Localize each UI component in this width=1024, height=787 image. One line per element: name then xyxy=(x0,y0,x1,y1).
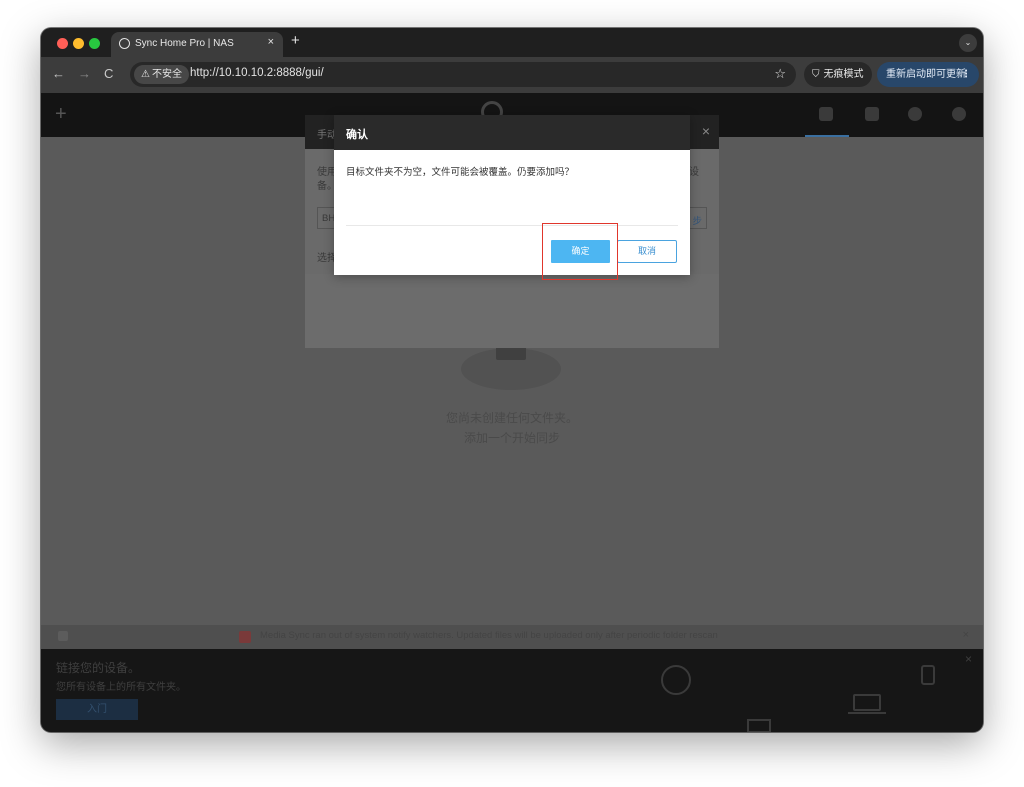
confirm-dialog-header: 确认 xyxy=(334,115,690,150)
empty-state-subtitle[interactable]: 添加一个开始同步 xyxy=(41,429,983,446)
new-tab-button[interactable]: + xyxy=(291,33,300,48)
onboarding-title: 链接您的设备。 xyxy=(56,661,141,675)
page-content: + 您尚未创建任何文件夹。 添加一个开始同步 Media Sync ran ou… xyxy=(41,93,983,732)
window-minimize-button[interactable] xyxy=(73,38,84,49)
onboarding-panel: 链接您的设备。 您所有设备上的所有文件夹。 入门 × xyxy=(41,649,983,732)
security-label: 不安全 xyxy=(151,69,182,80)
warning-icon xyxy=(239,631,251,643)
confirm-dialog-title: 确认 xyxy=(346,129,368,141)
window-close-button[interactable] xyxy=(57,38,68,49)
user-icon xyxy=(661,665,691,695)
laptop-base xyxy=(848,712,886,714)
security-indicator[interactable]: ⚠ 不安全 xyxy=(134,65,189,84)
folder-browse-button[interactable]: 步 xyxy=(692,213,702,227)
window-maximize-button[interactable] xyxy=(89,38,100,49)
tab-strip: Sync Home Pro | NAS × + ⌄ xyxy=(41,28,983,57)
incognito-icon: ⛉ xyxy=(812,69,820,80)
loading-icon xyxy=(119,38,130,49)
warning-icon: ⚠ xyxy=(141,69,150,80)
bookmark-star-icon[interactable]: ☆ xyxy=(774,66,786,82)
laptop-icon xyxy=(853,694,881,711)
forward-button[interactable]: → xyxy=(78,67,91,80)
add-folder-icon[interactable]: + xyxy=(55,103,67,126)
empty-state-folder-icon xyxy=(496,346,526,360)
address-bar[interactable]: ⚠ 不安全 http://10.10.10.2:8888/gui/ ☆ xyxy=(130,62,796,87)
settings-nav-icon[interactable] xyxy=(952,107,966,121)
incognito-indicator[interactable]: ⛉ 无痕模式 xyxy=(804,62,872,87)
relaunch-label: 重新启动即可更新 xyxy=(886,69,966,80)
empty-state-title: 您尚未创建任何文件夹。 xyxy=(445,411,578,425)
get-started-button[interactable]: 入门 xyxy=(56,699,138,720)
browser-window: Sync Home Pro | NAS × + ⌄ ← → C ⚠ 不安全 htt… xyxy=(41,28,983,732)
confirm-ok-button[interactable]: 确定 xyxy=(551,240,610,263)
help-nav-icon[interactable] xyxy=(908,107,922,121)
confirm-dialog-message: 目标文件夹不为空，文件可能会被覆盖。仍要添加吗？ xyxy=(346,167,575,178)
phone-icon xyxy=(921,665,935,685)
dialog-divider xyxy=(346,225,678,226)
browser-tab[interactable]: Sync Home Pro | NAS × xyxy=(111,32,283,57)
tab-close-icon[interactable]: × xyxy=(268,36,274,48)
monitor-icon xyxy=(747,719,771,732)
back-button[interactable]: ← xyxy=(52,67,65,80)
notice-left-icon xyxy=(58,631,68,641)
notice-bar: Media Sync ran out of system notify watc… xyxy=(41,625,983,649)
relaunch-update-button[interactable]: 重新启动即可更新 ⋮ xyxy=(877,62,979,87)
devices-nav-icon[interactable] xyxy=(865,107,879,121)
notice-text: Media Sync ran out of system notify watc… xyxy=(260,630,718,641)
folders-nav-icon[interactable] xyxy=(819,107,833,121)
add-folder-description-end: 设 xyxy=(689,167,699,178)
active-nav-indicator xyxy=(805,135,849,137)
add-folder-close-icon[interactable]: × xyxy=(702,123,710,139)
url-text[interactable]: http://10.10.10.2:8888/gui/ xyxy=(190,67,324,79)
onboarding-close-icon[interactable]: × xyxy=(965,652,972,666)
tab-title: Sync Home Pro | NAS xyxy=(135,38,234,49)
notice-close-icon[interactable]: × xyxy=(963,629,969,641)
menu-icon[interactable]: ⋮ xyxy=(961,62,971,87)
browser-toolbar: ← → C ⚠ 不安全 http://10.10.10.2:8888/gui/ ☆… xyxy=(41,57,983,93)
reload-button[interactable]: C xyxy=(104,67,113,80)
onboarding-subtitle: 您所有设备上的所有文件夹。 xyxy=(56,682,186,693)
confirm-dialog: 确认 目标文件夹不为空，文件可能会被覆盖。仍要添加吗？ 确定 取消 xyxy=(334,115,690,275)
incognito-label: 无痕模式 xyxy=(823,69,864,80)
tab-search-button[interactable]: ⌄ xyxy=(959,34,977,52)
confirm-cancel-button[interactable]: 取消 xyxy=(617,240,677,263)
